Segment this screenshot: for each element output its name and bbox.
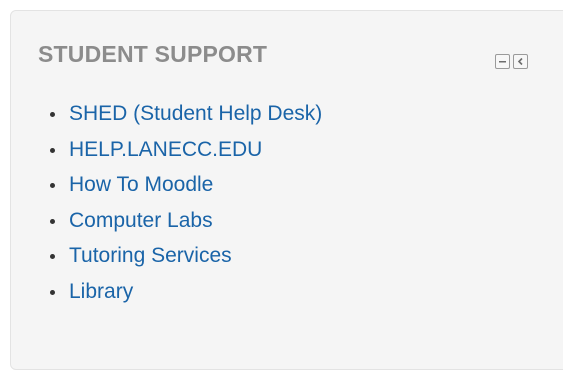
- block-title: STUDENT SUPPORT: [38, 41, 268, 67]
- link-computer-labs[interactable]: Computer Labs: [69, 209, 213, 232]
- bullet: [50, 254, 55, 259]
- link-tutoring-services[interactable]: Tutoring Services: [69, 244, 232, 267]
- list-item: How To Moodle: [50, 168, 322, 204]
- support-links-list: SHED (Student Help Desk) HELP.LANECC.EDU…: [50, 97, 322, 311]
- link-library[interactable]: Library: [69, 280, 133, 303]
- list-item: Tutoring Services: [50, 239, 322, 275]
- list-item: HELP.LANECC.EDU: [50, 133, 322, 169]
- list-item: Library: [50, 275, 322, 311]
- dock-block-button[interactable]: [513, 54, 528, 69]
- bullet: [50, 183, 55, 188]
- chevron-left-icon: [517, 57, 523, 66]
- bullet: [50, 218, 55, 224]
- student-support-block: STUDENT SUPPORT SHED (Student Help Desk)…: [10, 10, 563, 370]
- minus-icon: [499, 61, 506, 63]
- list-item: SHED (Student Help Desk): [50, 97, 322, 133]
- minimize-block-button[interactable]: [495, 54, 510, 69]
- bullet: [50, 112, 55, 117]
- bullet: [50, 147, 55, 153]
- block-controls: [495, 54, 528, 69]
- bullet: [50, 289, 55, 295]
- link-shed[interactable]: SHED (Student Help Desk): [69, 102, 322, 125]
- link-how-to-moodle[interactable]: How To Moodle: [69, 173, 213, 196]
- list-item: Computer Labs: [50, 204, 322, 240]
- link-help-lanecc[interactable]: HELP.LANECC.EDU: [69, 138, 262, 161]
